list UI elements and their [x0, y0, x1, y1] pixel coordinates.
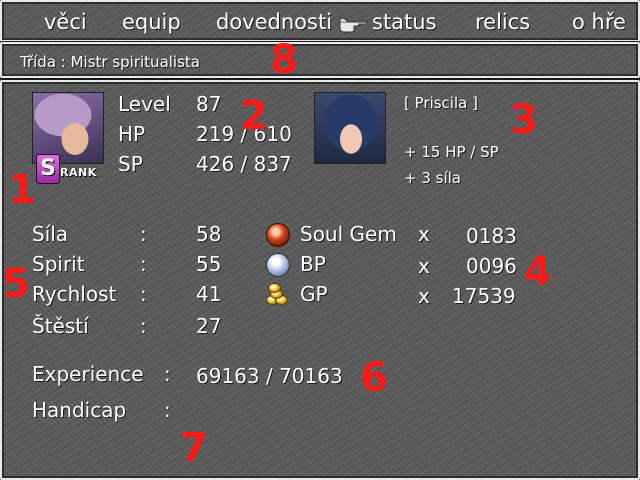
sp-value: 426 / 837 [196, 152, 292, 176]
bp-orb-icon [266, 253, 290, 277]
attr-label-speed: Rychlost [32, 282, 117, 306]
menu-item-skills[interactable]: dovednosti [216, 10, 332, 34]
attr-sep: : [140, 282, 147, 306]
attr-sep: : [140, 252, 147, 276]
item-count-soul-gem: 0183 [466, 224, 517, 248]
attr-label-luck: Štěstí [32, 314, 89, 338]
pointing-hand-icon [338, 14, 370, 34]
annotation-marker-7: 7 [180, 425, 208, 471]
experience-value: 69163 / 70163 [196, 364, 343, 388]
annotation-marker-6: 6 [360, 355, 388, 401]
ally-name: [ Priscila ] [404, 94, 478, 112]
item-name-soul-gem: Soul Gem [300, 222, 397, 246]
item-count-gp: 17539 [452, 284, 516, 308]
annotation-marker-1: 1 [8, 167, 36, 213]
attr-sep: : [140, 222, 147, 246]
attr-value-luck: 27 [196, 314, 222, 338]
gold-coins-icon [264, 281, 288, 305]
annotation-marker-3: 3 [510, 97, 538, 143]
hp-label: HP [118, 122, 146, 146]
rank-badge: S RANK [36, 154, 104, 184]
class-info-bar: Třída : Mistr spiritualista [0, 42, 640, 78]
top-menu-bar: věci equip dovednosti status relics o hř… [0, 0, 640, 42]
attr-label-strength: Síla [32, 222, 69, 246]
menu-item-about-game[interactable]: o hře [572, 10, 626, 34]
menu-item-status[interactable]: status [372, 10, 437, 34]
item-count-bp: 0096 [466, 254, 517, 278]
item-x: x [418, 254, 430, 278]
handicap-sep: : [164, 398, 171, 422]
experience-sep: : [164, 362, 171, 386]
attr-label-spirit: Spirit [32, 252, 85, 276]
attr-value-strength: 58 [196, 222, 222, 246]
rank-label: RANK [60, 166, 97, 179]
soul-gem-icon [266, 223, 290, 247]
attr-value-speed: 41 [196, 282, 222, 306]
sp-label: SP [118, 152, 143, 176]
experience-label: Experience [32, 362, 144, 386]
rank-letter: S [36, 154, 60, 184]
level-value: 87 [196, 92, 222, 116]
attr-value-spirit: 55 [196, 252, 222, 276]
menu-item-items[interactable]: věci [44, 10, 87, 34]
ally-bonus-hp-sp: + 15 HP / SP [404, 143, 499, 161]
attr-sep: : [140, 314, 147, 338]
annotation-marker-5: 5 [2, 261, 30, 307]
annotation-marker-2: 2 [240, 93, 268, 139]
menu-item-equip[interactable]: equip [122, 10, 181, 34]
class-label: Třída : Mistr spiritualista [20, 53, 200, 71]
ally-bonus-strength: + 3 síla [404, 169, 461, 187]
item-name-gp: GP [300, 282, 328, 306]
annotation-marker-8: 8 [270, 37, 298, 83]
item-x: x [418, 284, 430, 308]
level-label: Level [118, 92, 171, 116]
menu-item-relics[interactable]: relics [475, 10, 530, 34]
annotation-marker-4: 4 [524, 249, 552, 295]
item-name-bp: BP [300, 252, 326, 276]
ally-portrait [314, 92, 386, 164]
item-x: x [418, 222, 430, 246]
handicap-label: Handicap [32, 398, 127, 422]
